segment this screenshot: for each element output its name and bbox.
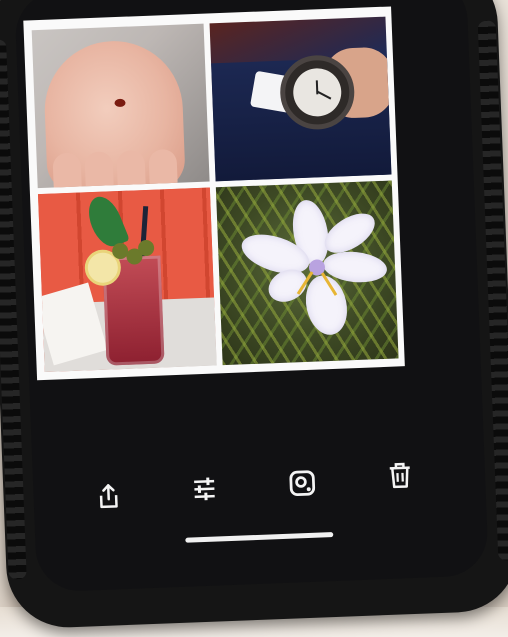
lens-button[interactable] bbox=[287, 468, 318, 499]
phone-screen bbox=[14, 0, 489, 593]
ladybug bbox=[114, 98, 126, 108]
watch-face bbox=[292, 67, 343, 118]
trash-icon bbox=[389, 462, 410, 489]
share-icon bbox=[99, 484, 118, 509]
adjust-button[interactable] bbox=[189, 473, 220, 504]
adjust-sliders-icon bbox=[194, 477, 215, 501]
red-drink-photo[interactable] bbox=[37, 187, 217, 373]
minute-hand bbox=[316, 90, 332, 100]
finger bbox=[52, 152, 83, 189]
finger bbox=[84, 151, 115, 189]
photo-collage[interactable] bbox=[23, 6, 405, 381]
lens-scan-icon bbox=[289, 470, 316, 497]
hand-image bbox=[42, 38, 186, 189]
finger bbox=[148, 148, 179, 189]
phone-case bbox=[0, 0, 508, 630]
white-flower-photo[interactable] bbox=[215, 180, 399, 366]
home-indicator[interactable] bbox=[185, 532, 334, 543]
hand-with-ladybug-photo[interactable] bbox=[31, 23, 210, 189]
share-button[interactable] bbox=[93, 481, 124, 512]
photo-toolbar bbox=[75, 460, 436, 517]
delete-button[interactable] bbox=[384, 460, 415, 491]
wristwatch-photo[interactable] bbox=[209, 16, 392, 182]
finger bbox=[116, 150, 147, 189]
